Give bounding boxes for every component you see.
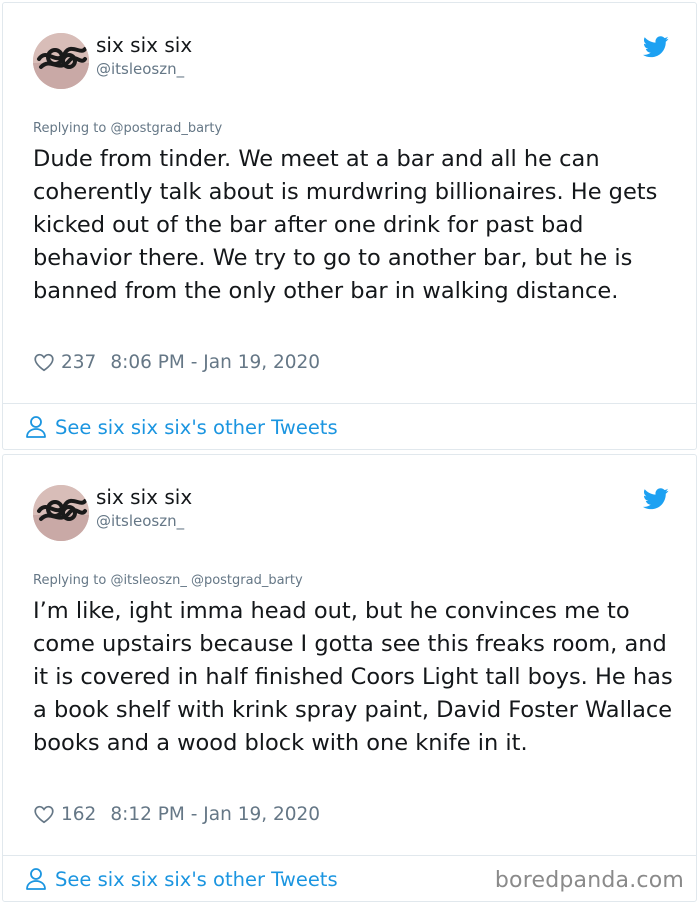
twitter-bird-icon[interactable] bbox=[643, 36, 669, 58]
user-handle[interactable]: @itsleoszn_ bbox=[96, 512, 184, 530]
see-other-tweets-label[interactable]: See six six six's other Tweets bbox=[55, 868, 338, 891]
watermark: boredpanda.com bbox=[494, 868, 684, 893]
tweet-text: I’m like, ight imma head out, but he con… bbox=[33, 598, 673, 756]
twitter-bird-icon[interactable] bbox=[643, 488, 669, 510]
avatar[interactable] bbox=[33, 485, 89, 541]
avatar-image bbox=[33, 485, 89, 541]
like-count: 162 bbox=[61, 803, 97, 825]
see-other-tweets-link[interactable]: See six six six's other Tweets bbox=[25, 867, 338, 891]
timestamp[interactable]: 8:12 PM - Jan 19, 2020 bbox=[110, 804, 320, 825]
replying-prefix: Replying to bbox=[33, 121, 107, 136]
display-name[interactable]: six six six bbox=[96, 33, 192, 57]
person-icon bbox=[25, 867, 47, 891]
tweet-card: six six six @itsleoszn_ Replying to @pos… bbox=[2, 2, 697, 450]
replying-handle[interactable]: @itsleoszn_ @postgrad_barty bbox=[110, 573, 302, 588]
tweet-card: six six six @itsleoszn_ Replying to @its… bbox=[2, 454, 697, 902]
heart-icon[interactable] bbox=[33, 351, 55, 373]
timestamp[interactable]: 8:06 PM - Jan 19, 2020 bbox=[110, 352, 320, 373]
replying-to: Replying to @itsleoszn_ @postgrad_barty bbox=[33, 572, 303, 589]
person-icon bbox=[25, 415, 47, 439]
avatar[interactable] bbox=[33, 33, 89, 89]
tweet-meta: 162 8:12 PM - Jan 19, 2020 bbox=[33, 802, 320, 826]
divider bbox=[3, 403, 696, 404]
tweet-text: Dude from tinder. We meet at a bar and a… bbox=[33, 146, 658, 304]
avatar-image bbox=[33, 33, 89, 89]
heart-icon[interactable] bbox=[33, 803, 55, 825]
replying-handle[interactable]: @postgrad_barty bbox=[110, 121, 222, 136]
like-count: 237 bbox=[61, 351, 97, 373]
tweet-meta: 237 8:06 PM - Jan 19, 2020 bbox=[33, 350, 320, 374]
replying-to: Replying to @postgrad_barty bbox=[33, 120, 222, 137]
display-name[interactable]: six six six bbox=[96, 485, 192, 509]
user-handle[interactable]: @itsleoszn_ bbox=[96, 60, 184, 78]
see-other-tweets-label[interactable]: See six six six's other Tweets bbox=[55, 416, 338, 439]
divider bbox=[3, 855, 696, 856]
replying-prefix: Replying to bbox=[33, 573, 107, 588]
see-other-tweets-link[interactable]: See six six six's other Tweets bbox=[25, 415, 338, 439]
